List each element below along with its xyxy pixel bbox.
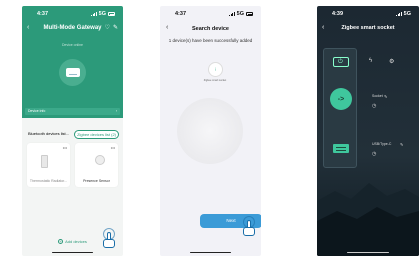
flash-icon[interactable]: ϟ	[369, 58, 372, 64]
tap-hand-icon	[242, 216, 256, 236]
tab-zigbee[interactable]: Zigbee devices list (2)	[74, 130, 119, 139]
settings-icon[interactable]: ⚙	[389, 58, 394, 65]
usb-port-toggle[interactable]	[333, 144, 349, 153]
status-time: 4:37	[175, 11, 187, 17]
device-info-row[interactable]: Device info ›	[25, 108, 120, 115]
battery-icon	[108, 12, 115, 16]
more-icon[interactable]: •••	[111, 145, 115, 150]
device-card-label: Presence Sensor	[83, 179, 110, 183]
header-actions: ♡ ✎	[105, 24, 118, 31]
timer-icon[interactable]: ◷	[372, 151, 376, 157]
power-icon: ⏻	[338, 58, 343, 65]
status-bar: 4:37 5G	[160, 11, 261, 19]
home-indicator	[52, 251, 93, 253]
socket-face-icon: ->	[337, 95, 345, 103]
status-icons: 5G	[229, 11, 253, 17]
network-label: 5G	[236, 11, 244, 17]
status-time: 4:39	[332, 11, 344, 17]
tab-bluetooth[interactable]: Bluetooth devices list...	[26, 130, 71, 139]
shield-icon[interactable]: ♡	[105, 24, 110, 31]
timer-icon[interactable]: ◷	[372, 103, 376, 109]
device-tabs: Bluetooth devices list... Zigbee devices…	[26, 130, 119, 139]
search-radar	[177, 98, 243, 164]
plus-icon: +	[58, 239, 64, 244]
radiator-valve-icon	[41, 155, 48, 168]
home-indicator	[347, 251, 389, 253]
gateway-image	[59, 59, 86, 86]
success-message: 1 device(s) have been successfully added	[168, 38, 253, 43]
page-title: Search device	[192, 26, 229, 32]
edit-icon[interactable]: ✎	[113, 24, 118, 31]
socket-label: Socket	[372, 94, 383, 98]
gateway-screen: 4:37 5G ‹ Multi-Mode Gateway ♡ ✎ Device …	[22, 6, 123, 256]
device-card[interactable]: ••• Thermostatic Radiator...	[27, 143, 70, 187]
signal-icon	[91, 12, 97, 16]
socket-device-icon[interactable]: ⁝	[208, 62, 223, 77]
signal-icon	[229, 12, 235, 16]
device-card[interactable]: ••• Presence Sensor	[75, 143, 118, 187]
chevron-right-icon: ›	[115, 109, 117, 113]
signal-icon	[396, 12, 402, 16]
device-info-label: Device info	[28, 109, 46, 113]
edit-icon[interactable]: ✎	[400, 142, 403, 147]
found-device-label: Zigbee smart socket	[203, 79, 227, 82]
more-icon[interactable]: •••	[63, 145, 67, 150]
device-cards: ••• Thermostatic Radiator... ••• Presenc…	[27, 143, 118, 187]
network-label: 5G	[403, 11, 411, 17]
online-status: Device online	[61, 43, 83, 47]
battery-icon	[246, 12, 253, 16]
home-indicator	[190, 251, 231, 253]
status-bar: 4:37 5G	[22, 11, 123, 19]
presence-sensor-icon	[95, 155, 105, 165]
add-devices-label: Add devices	[65, 239, 87, 244]
device-card-label: Thermostatic Radiator...	[29, 179, 68, 183]
status-icons: 5G	[396, 11, 411, 17]
smart-socket-screen: 4:39 5G ‹ Zigbee smart socket ⏻ -> ϟ ⚙ S…	[317, 6, 419, 256]
search-device-screen: 4:37 5G ‹ Search device 1 device(s) have…	[160, 6, 261, 256]
status-time: 4:37	[37, 11, 49, 17]
mountain-background	[317, 183, 419, 256]
edit-icon[interactable]: ✎	[384, 94, 387, 99]
usb-label: USB/Type-C	[372, 142, 392, 146]
page-title: Zigbee smart socket	[341, 25, 395, 31]
status-icons: 5G	[91, 11, 115, 17]
network-label: 5G	[98, 11, 106, 17]
gateway-icon	[65, 68, 80, 77]
socket-panel: ⏻ ->	[323, 48, 357, 168]
master-power-button[interactable]: ⏻	[333, 57, 349, 67]
status-bar: 4:39 5G	[317, 11, 419, 19]
socket-toggle[interactable]: ->	[330, 88, 352, 110]
tap-hand-icon	[102, 228, 116, 248]
